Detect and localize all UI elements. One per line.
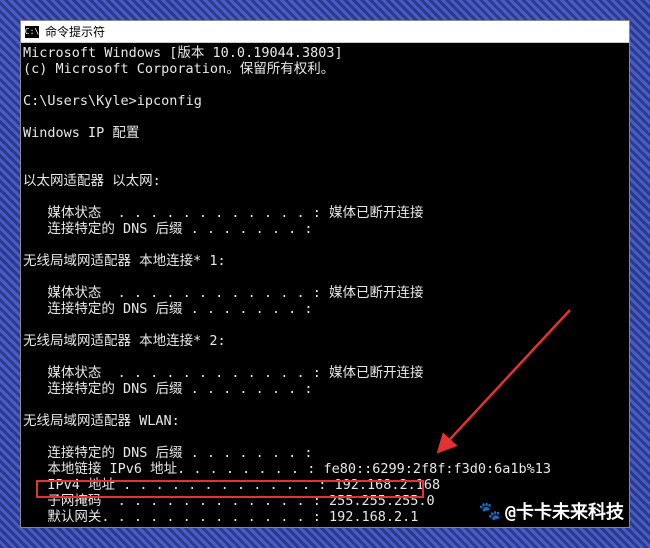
terminal-output[interactable]: Microsoft Windows [版本 10.0.19044.3803] (… xyxy=(21,43,629,527)
row-label: 默认网关. . . . . . . . . . . . . : xyxy=(23,509,329,525)
row-label: 媒体状态 . . . . . . . . . . . . : xyxy=(23,205,329,221)
row-label: 媒体状态 . . . . . . . . . . . . : xyxy=(23,365,329,381)
row-label: 本地链接 IPv6 地址. . . . . . . . : xyxy=(23,461,323,477)
row-label: 连接特定的 DNS 后缀 . . . . . . . : xyxy=(23,301,313,317)
command-input: ipconfig xyxy=(137,93,202,109)
row-label: IPv4 地址 . . . . . . . . . . . . : xyxy=(23,477,334,493)
row-value: 媒体已断开连接 xyxy=(329,365,424,381)
prompt-path: C:\Users\Kyle> xyxy=(23,93,137,109)
row-value: 192.168.2.1 xyxy=(329,509,418,525)
row-label: 媒体状态 . . . . . . . . . . . . : xyxy=(23,285,329,301)
row-label: 连接特定的 DNS 后缀 . . . . . . . : xyxy=(23,221,313,237)
row-value: fe80::6299:2f8f:f3d0:6a1b%13 xyxy=(323,461,551,477)
row-label: 连接特定的 DNS 后缀 . . . . . . . : xyxy=(23,445,313,461)
adapter-header: 无线局域网适配器 本地连接* 2: xyxy=(23,333,226,349)
row-value: 媒体已断开连接 xyxy=(329,285,424,301)
version-line: Microsoft Windows [版本 10.0.19044.3803] xyxy=(23,45,343,61)
watermark-text: @卡卡未来科技 xyxy=(505,498,624,524)
adapter-header: 无线局域网适配器 WLAN: xyxy=(23,413,180,429)
window-frame: C:\ 命令提示符 Microsoft Windows [版本 10.0.190… xyxy=(20,20,630,528)
adapter-header: 无线局域网适配器 本地连接* 1: xyxy=(23,253,226,269)
window-title: 命令提示符 xyxy=(45,23,105,40)
ipconfig-header: Windows IP 配置 xyxy=(23,125,139,141)
cmd-icon: C:\ xyxy=(25,26,39,38)
paw-icon: 🐾 xyxy=(479,501,501,522)
row-label: 子网掩码 . . . . . . . . . . . . : xyxy=(23,493,329,509)
row-value: 255.255.255.0 xyxy=(329,493,435,509)
copyright-line: (c) Microsoft Corporation。保留所有权利。 xyxy=(23,61,334,77)
adapter-header: 以太网适配器 以太网: xyxy=(23,173,161,189)
row-value: 192.168.2.168 xyxy=(334,477,440,493)
row-label: 连接特定的 DNS 后缀 . . . . . . . : xyxy=(23,381,313,397)
titlebar[interactable]: C:\ 命令提示符 xyxy=(21,21,629,43)
watermark: 🐾 @卡卡未来科技 xyxy=(479,498,624,524)
row-value: 媒体已断开连接 xyxy=(329,205,424,221)
